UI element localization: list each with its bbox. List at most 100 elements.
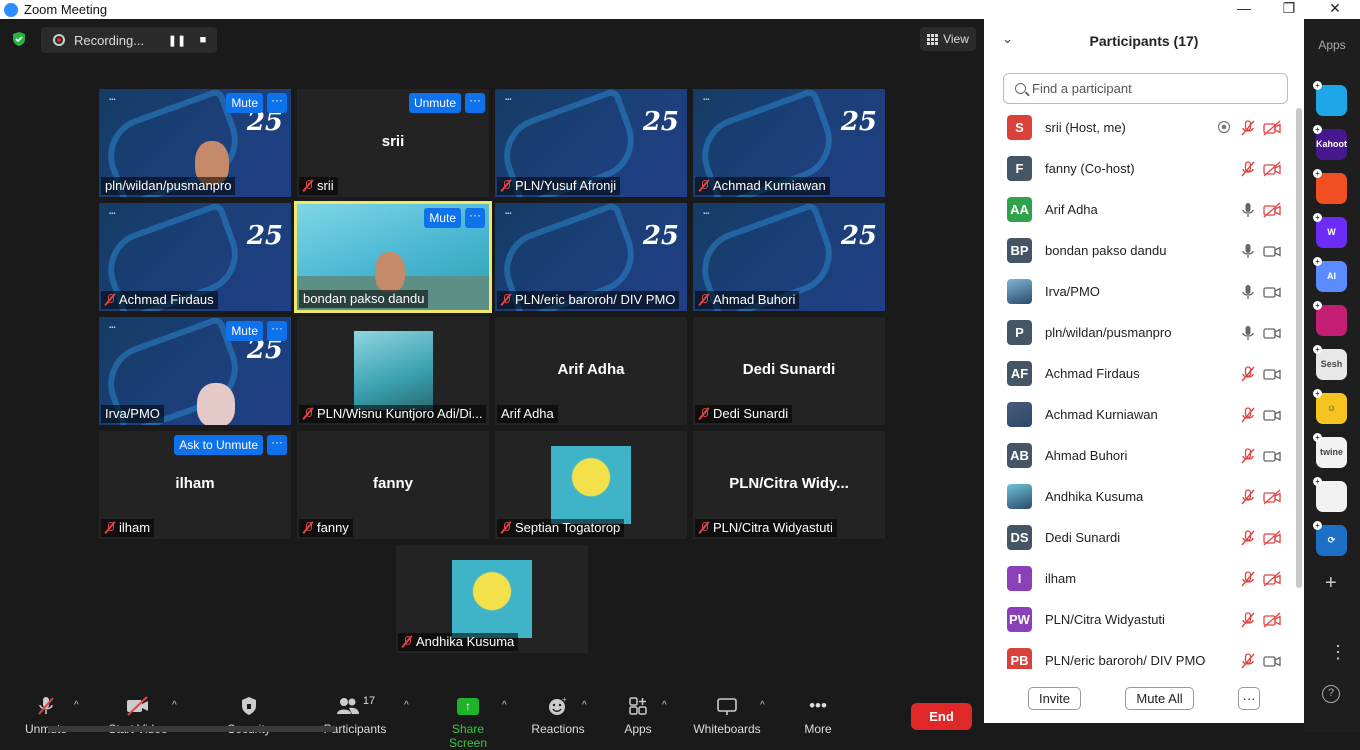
tile-more-button[interactable]: ··· (267, 435, 287, 455)
video-tile[interactable]: ▪▪▪ Achmad Kurniawan (693, 89, 885, 197)
participant-row[interactable]: Ppln/wildan/pusmanpro (984, 312, 1294, 353)
whiteboards-button[interactable]: Whiteboards (692, 694, 762, 736)
close-button[interactable]: ✕ (1320, 0, 1350, 19)
mic-muted-icon[interactable] (1240, 529, 1258, 546)
video-off-icon[interactable] (1263, 160, 1281, 177)
video-icon[interactable] (1263, 366, 1281, 382)
twine-icon[interactable]: twine (1316, 437, 1347, 468)
emoji-app-icon[interactable]: ☺ (1316, 393, 1347, 424)
participant-row[interactable]: Achmad Kurniawan (984, 394, 1294, 435)
participant-row[interactable]: Irva/PMO (984, 271, 1294, 312)
video-tile[interactable]: PLN/Wisnu Kuntjoro Adi/Di... (297, 317, 489, 425)
orange-app-icon[interactable] (1316, 173, 1347, 204)
video-tile[interactable]: ilham Ask to Unmute ··· ilham (99, 431, 291, 539)
participant-row[interactable]: Andhika Kusuma (984, 476, 1294, 517)
participant-row[interactable]: Ffanny (Co-host) (984, 148, 1294, 189)
mic-muted-icon[interactable] (1240, 160, 1258, 177)
invite-button[interactable]: Invite (1028, 687, 1081, 710)
mic-icon[interactable] (1240, 284, 1258, 300)
pause-recording-button[interactable]: ❚❚ (164, 34, 190, 47)
view-button[interactable]: View (920, 27, 976, 51)
video-tile[interactable]: fanny fanny (297, 431, 489, 539)
video-off-icon[interactable] (1263, 119, 1281, 136)
mic-muted-icon[interactable] (1240, 447, 1258, 464)
mic-icon[interactable] (1240, 243, 1258, 259)
video-off-icon[interactable] (1263, 201, 1281, 218)
participant-row[interactable]: PW PLN/Citra Widyastuti (984, 599, 1294, 640)
video-tile[interactable]: ▪▪▪ Mute ··· pln/wildan/pusmanpro (99, 89, 291, 197)
mic-muted-icon[interactable] (1240, 570, 1258, 587)
participant-row[interactable]: DS Dedi Sunardi (984, 517, 1294, 558)
mic-muted-icon[interactable] (1240, 406, 1258, 423)
kahoot-icon[interactable]: Kahoot! (1316, 129, 1347, 160)
tile-more-button[interactable]: ··· (465, 93, 485, 113)
video-tile[interactable]: srii Unmute ··· srii (297, 89, 489, 197)
participant-row[interactable]: AF Achmad Firdaus (984, 353, 1294, 394)
stop-recording-button[interactable]: ■ (190, 34, 216, 46)
video-tile[interactable]: Septian Togatorop (495, 431, 687, 539)
video-off-icon[interactable] (1263, 611, 1281, 628)
sync-app-icon[interactable]: ⟳ (1316, 525, 1347, 556)
video-off-icon[interactable] (1263, 529, 1281, 546)
tile-unmute-button[interactable]: Unmute (408, 93, 461, 113)
tile-mute-button[interactable]: Mute (226, 321, 263, 341)
video-icon[interactable] (1263, 284, 1281, 300)
encryption-shield-icon[interactable] (11, 31, 27, 47)
pink-app-icon[interactable] (1316, 305, 1347, 336)
participant-row[interactable]: Iilham (984, 558, 1294, 599)
active-speaker-tile[interactable]: Mute ··· bondan pakso dandu (294, 201, 492, 313)
participant-row[interactable]: AB Ahmad Buhori (984, 435, 1294, 476)
participant-row[interactable]: Ssrii (Host, me) (984, 107, 1294, 148)
share-options-caret[interactable]: ^ (502, 700, 507, 711)
participants-options-caret[interactable]: ^ (404, 700, 409, 711)
video-off-icon[interactable] (1263, 570, 1281, 587)
tile-more-button[interactable]: ··· (267, 93, 287, 113)
video-tile[interactable]: ▪▪▪ PLN/Yusuf Afronji (495, 89, 687, 197)
apps-button[interactable]: Apps (618, 694, 658, 736)
audio-options-caret[interactable]: ^ (74, 700, 79, 711)
reactions-options-caret[interactable]: ^ (582, 700, 587, 711)
help-icon[interactable]: ? (1322, 685, 1340, 703)
participant-row[interactable]: PB PLN/eric baroroh/ DIV PMO (984, 640, 1294, 669)
video-tile[interactable]: Andhika Kusuma (396, 545, 588, 653)
video-icon[interactable] (1263, 407, 1281, 423)
panel-more-button[interactable]: ··· (1238, 687, 1260, 710)
reactions-button[interactable]: + Reactions (530, 694, 586, 736)
tile-mute-button[interactable]: Mute (424, 208, 461, 228)
video-tile[interactable]: Dedi Sunardi Dedi Sunardi (693, 317, 885, 425)
tile-more-button[interactable]: ··· (465, 208, 485, 228)
mute-all-button[interactable]: Mute All (1125, 687, 1194, 710)
video-icon[interactable] (1263, 653, 1281, 669)
video-tile[interactable]: ▪▪▪ Achmad Firdaus (99, 203, 291, 311)
search-input[interactable] (1032, 81, 1272, 96)
mic-muted-icon[interactable] (1240, 611, 1258, 628)
ask-to-unmute-button[interactable]: Ask to Unmute (174, 435, 263, 455)
sesh-icon[interactable]: Sesh (1316, 349, 1347, 380)
video-tile[interactable]: Arif Adha Arif Adha (495, 317, 687, 425)
tile-mute-button[interactable]: Mute (226, 93, 263, 113)
mic-muted-icon[interactable] (1240, 119, 1258, 136)
kebab-menu-icon[interactable]: ⋮ (1329, 643, 1347, 661)
mic-muted-icon[interactable] (1240, 365, 1258, 382)
participant-search[interactable] (1003, 73, 1288, 104)
video-icon[interactable] (1263, 243, 1281, 259)
mic-icon[interactable] (1240, 202, 1258, 218)
video-options-caret[interactable]: ^ (172, 700, 177, 711)
whiteboards-options-caret[interactable]: ^ (760, 700, 765, 711)
panel-scrollbar[interactable] (1296, 108, 1302, 588)
apps-options-caret[interactable]: ^ (662, 700, 667, 711)
ai-app-icon[interactable]: AI (1316, 261, 1347, 292)
mic-muted-icon[interactable] (1240, 488, 1258, 505)
video-off-icon[interactable] (1263, 488, 1281, 505)
tile-more-button[interactable]: ··· (267, 321, 287, 341)
video-tile[interactable]: ▪▪▪ Ahmad Buhori (693, 203, 885, 311)
video-icon[interactable] (1263, 325, 1281, 341)
mic-muted-icon[interactable] (1240, 652, 1258, 669)
participant-row[interactable]: BP bondan pakso dandu (984, 230, 1294, 271)
wooclap-icon[interactable]: W (1316, 217, 1347, 248)
video-tile[interactable]: ▪▪▪ PLN/eric baroroh/ DIV PMO (495, 203, 687, 311)
restore-button[interactable]: ❐ (1274, 0, 1304, 19)
video-tile[interactable]: ▪▪▪ Mute ··· Irva/PMO (99, 317, 291, 425)
end-meeting-button[interactable]: End (911, 703, 972, 730)
grid-app-icon[interactable] (1316, 481, 1347, 512)
